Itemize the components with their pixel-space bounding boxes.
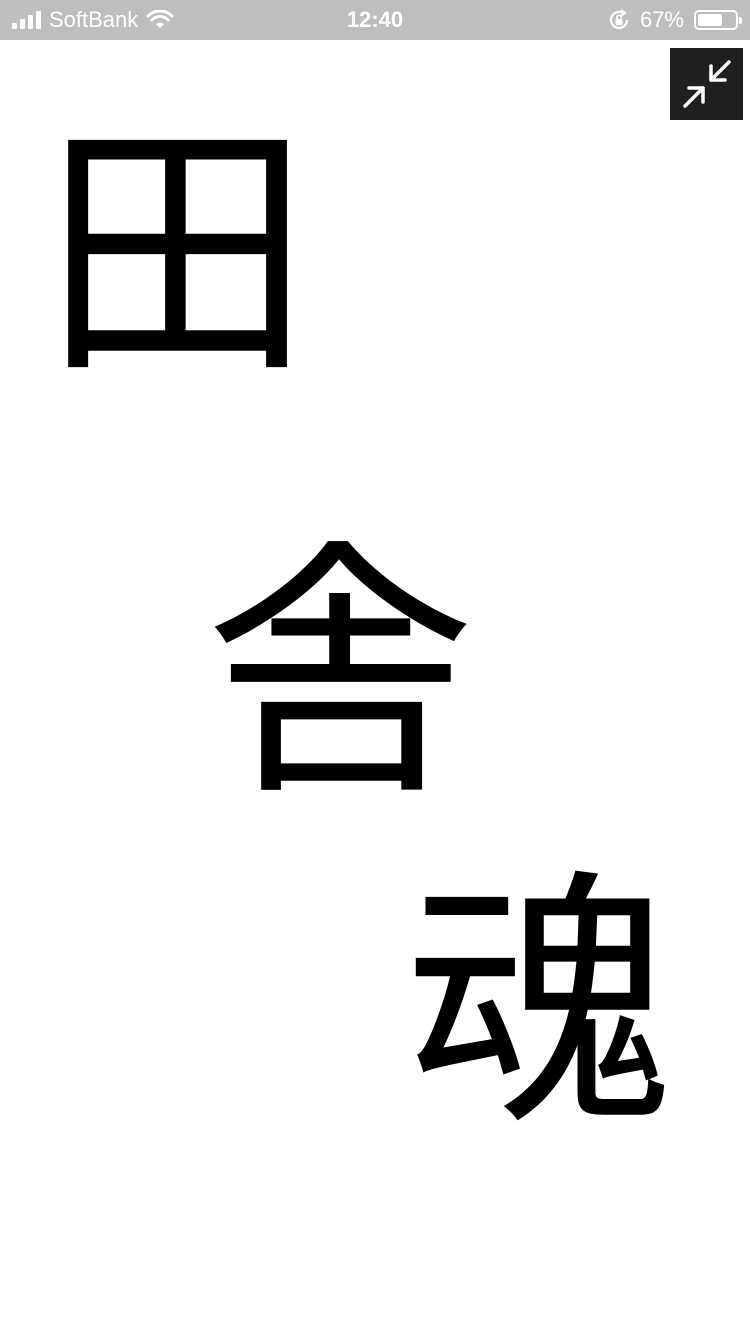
kanji-character-2: 舎 [205,517,475,832]
status-right: 67% [608,0,742,40]
battery-tip [739,17,742,24]
exit-fullscreen-button[interactable] [670,48,743,120]
kanji-character-3: 魂 [405,847,675,1162]
compress-arrows-icon [682,60,731,108]
battery-percentage: 67% [639,7,684,32]
battery-icon [694,10,742,30]
wifi-icon [146,10,174,28]
status-left: SoftBank [12,0,174,40]
status-bar: SoftBank 12:40 67% [0,0,750,40]
orientation-lock-icon [609,9,629,29]
battery-fill [698,14,722,26]
carrier-name: SoftBank [49,7,139,32]
kanji-character-1: 田 [42,97,312,412]
cellular-signal-icon [12,11,41,29]
